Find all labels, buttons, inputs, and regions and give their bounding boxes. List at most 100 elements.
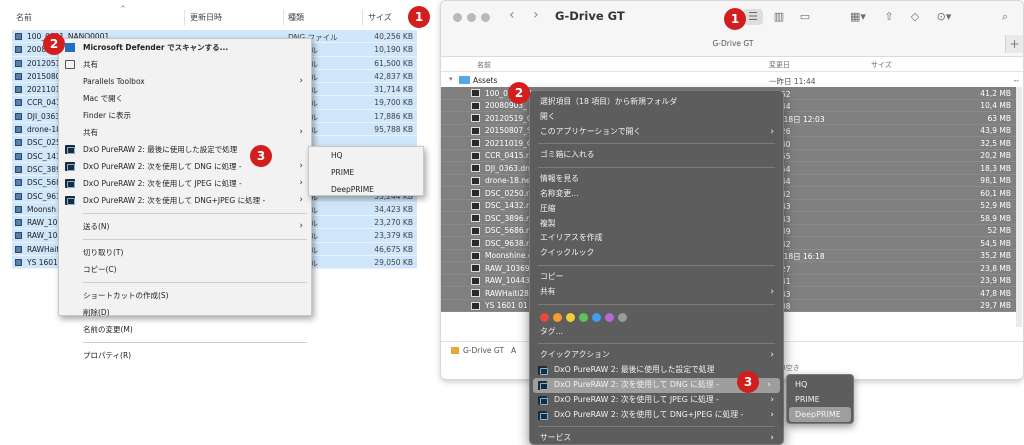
raw-file-icon: [15, 245, 22, 253]
tag-color-dot[interactable]: [592, 312, 601, 322]
menu-item-services[interactable]: サービス ›: [530, 431, 783, 444]
raw-file-icon: [471, 139, 480, 147]
path-item[interactable]: A: [511, 346, 516, 355]
menu-item-get-info[interactable]: 情報を見る: [530, 172, 783, 187]
close-window-button[interactable]: [453, 13, 462, 22]
menu-item-copy[interactable]: コピー: [530, 270, 783, 285]
submenu-item-deepprime[interactable]: DeepPRIME: [789, 407, 851, 422]
menu-item-rename[interactable]: 名称変更...: [530, 187, 783, 202]
menu-item-duplicate[interactable]: 複製: [530, 217, 783, 232]
tag-color-dot[interactable]: [605, 312, 614, 322]
tag-color-dot[interactable]: [553, 312, 562, 322]
column-header-date[interactable]: 変更日: [769, 60, 790, 70]
menu-item-share[interactable]: 共有 ›: [530, 285, 783, 300]
tag-color-picker: [530, 309, 783, 325]
raw-file-icon: [471, 264, 480, 272]
submenu-item-prime[interactable]: PRIME: [787, 392, 853, 407]
column-header-date[interactable]: 更新日時: [190, 12, 222, 23]
column-divider[interactable]: [362, 10, 363, 26]
raw-file-icon: [15, 259, 22, 267]
submenu-item-deepprime[interactable]: DeepPRIME: [309, 181, 423, 198]
file-name: DSC_1432.n: [485, 201, 531, 210]
menu-item-dxo-dng-jpeg[interactable]: DxO PureRAW 2: 次を使用して DNG+JPEG に処理 - ›: [59, 192, 311, 209]
menu-item-move-to-trash[interactable]: ゴミ箱に入れる: [530, 148, 783, 163]
folder-row-assets[interactable]: ▾ Assets 一昨日 11:44 --: [441, 74, 1023, 87]
submenu-item-prime[interactable]: PRIME: [309, 164, 423, 181]
file-name: DSC_9638.n: [485, 238, 531, 248]
scrollbar[interactable]: [1016, 87, 1022, 327]
file-name: DSC_963: [27, 191, 61, 201]
menu-item-new-folder[interactable]: 選択項目（18 項目）から新規フォルダ: [530, 95, 783, 110]
share-icon[interactable]: ⇧: [879, 9, 899, 25]
menu-item-dxo-dng-jpeg[interactable]: DxO PureRAW 2: 次を使用して DNG+JPEG に処理 - ›: [530, 408, 783, 423]
back-icon[interactable]: ‹: [509, 7, 515, 23]
callout-badge-3: 3: [737, 371, 759, 393]
tab-title[interactable]: G-Drive GT: [441, 39, 1023, 48]
disclosure-triangle-icon[interactable]: ▾: [449, 75, 453, 83]
menu-item-defender-scan[interactable]: Microsoft Defender でスキャンする...: [59, 39, 311, 56]
menu-item-rename[interactable]: 名前の変更(M): [59, 321, 311, 338]
column-header-name[interactable]: 名前: [16, 12, 32, 23]
submenu-item-hq[interactable]: HQ: [309, 147, 423, 164]
tag-color-dot[interactable]: [540, 312, 549, 322]
file-size: 63 MB: [987, 113, 1011, 123]
menu-item-quick-look[interactable]: クイックルック: [530, 246, 783, 261]
menu-item-copy[interactable]: コピー(C): [59, 261, 311, 278]
more-actions-icon[interactable]: ⊙▾: [931, 9, 957, 25]
callout-badge-2: 2: [43, 33, 65, 55]
menu-item-send-to[interactable]: 送る(N) ›: [59, 218, 311, 235]
menu-item-open[interactable]: 開く: [530, 110, 783, 125]
zoom-window-button[interactable]: [481, 13, 490, 22]
file-name: 20150807_S: [485, 126, 532, 135]
menu-item-cut[interactable]: 切り取り(T): [59, 244, 311, 261]
column-headers: 名前 変更日 サイズ: [441, 58, 1023, 72]
file-size: 42,837 KB: [374, 71, 413, 81]
column-header-type[interactable]: 種類: [288, 12, 304, 23]
menu-item-dxo-jpeg[interactable]: DxO PureRAW 2: 次を使用して JPEG に処理 - ›: [59, 175, 311, 192]
raw-file-icon: [471, 301, 480, 310]
menu-item-compress[interactable]: 圧縮: [530, 202, 783, 217]
menu-separator: [538, 343, 775, 345]
menu-item-open-with[interactable]: このアプリケーションで開く ›: [530, 125, 783, 140]
drive-icon: [451, 347, 459, 354]
forward-icon[interactable]: ›: [533, 7, 539, 23]
column-header-size[interactable]: サイズ: [871, 60, 892, 70]
column-divider[interactable]: [283, 10, 284, 26]
menu-item-share-submenu[interactable]: 共有 ›: [59, 124, 311, 141]
submenu-item-hq[interactable]: HQ: [787, 377, 853, 392]
menu-item-tags[interactable]: タグ...: [530, 325, 783, 340]
list-view-icon[interactable]: ☰: [743, 9, 763, 25]
menu-separator: [538, 143, 775, 145]
menu-item-show-in-finder[interactable]: Finder に表示: [59, 107, 311, 124]
column-view-icon[interactable]: ▥: [769, 9, 789, 25]
menu-item-dxo-jpeg[interactable]: DxO PureRAW 2: 次を使用して JPEG に処理 - ›: [530, 393, 783, 408]
tag-icon[interactable]: ◇: [905, 9, 925, 25]
path-item[interactable]: G-Drive GT: [463, 346, 504, 355]
file-name: DSC_5686.n: [485, 226, 531, 235]
menu-item-properties[interactable]: プロパティ(R): [59, 347, 311, 364]
menu-item-dxo-last-settings[interactable]: DxO PureRAW 2: 最後に使用した設定で処理: [59, 141, 311, 158]
tag-color-dot[interactable]: [618, 312, 627, 322]
file-size: 35,2 MB: [980, 251, 1011, 260]
column-header-name[interactable]: 名前: [477, 60, 491, 70]
file-name: DSC_389: [27, 164, 61, 174]
chevron-right-icon: ›: [770, 409, 774, 420]
tag-color-dot[interactable]: [579, 312, 588, 322]
menu-item-share[interactable]: 共有: [59, 56, 311, 73]
minimize-window-button[interactable]: [467, 13, 476, 22]
group-by-icon[interactable]: ▦▾: [845, 9, 871, 25]
menu-item-parallels-toolbox[interactable]: Parallels Toolbox ›: [59, 73, 311, 90]
column-divider[interactable]: [184, 10, 185, 26]
tag-color-dot[interactable]: [566, 312, 575, 322]
search-icon[interactable]: ⌕: [995, 9, 1015, 25]
menu-item-create-shortcut[interactable]: ショートカットの作成(S): [59, 287, 311, 304]
menu-item-open-on-mac[interactable]: Mac で開く: [59, 90, 311, 107]
menu-item-make-alias[interactable]: エイリアスを作成: [530, 231, 783, 246]
gallery-view-icon[interactable]: ▭: [795, 9, 815, 25]
column-header-size[interactable]: サイズ: [368, 12, 392, 23]
menu-item-delete[interactable]: 削除(D): [59, 304, 311, 321]
menu-item-quick-actions[interactable]: クイックアクション ›: [530, 348, 783, 363]
file-size: 47,8 MB: [980, 288, 1011, 298]
new-tab-button[interactable]: +: [1005, 35, 1023, 53]
menu-item-dxo-dng[interactable]: DxO PureRAW 2: 次を使用して DNG に処理 - ›: [59, 158, 311, 175]
